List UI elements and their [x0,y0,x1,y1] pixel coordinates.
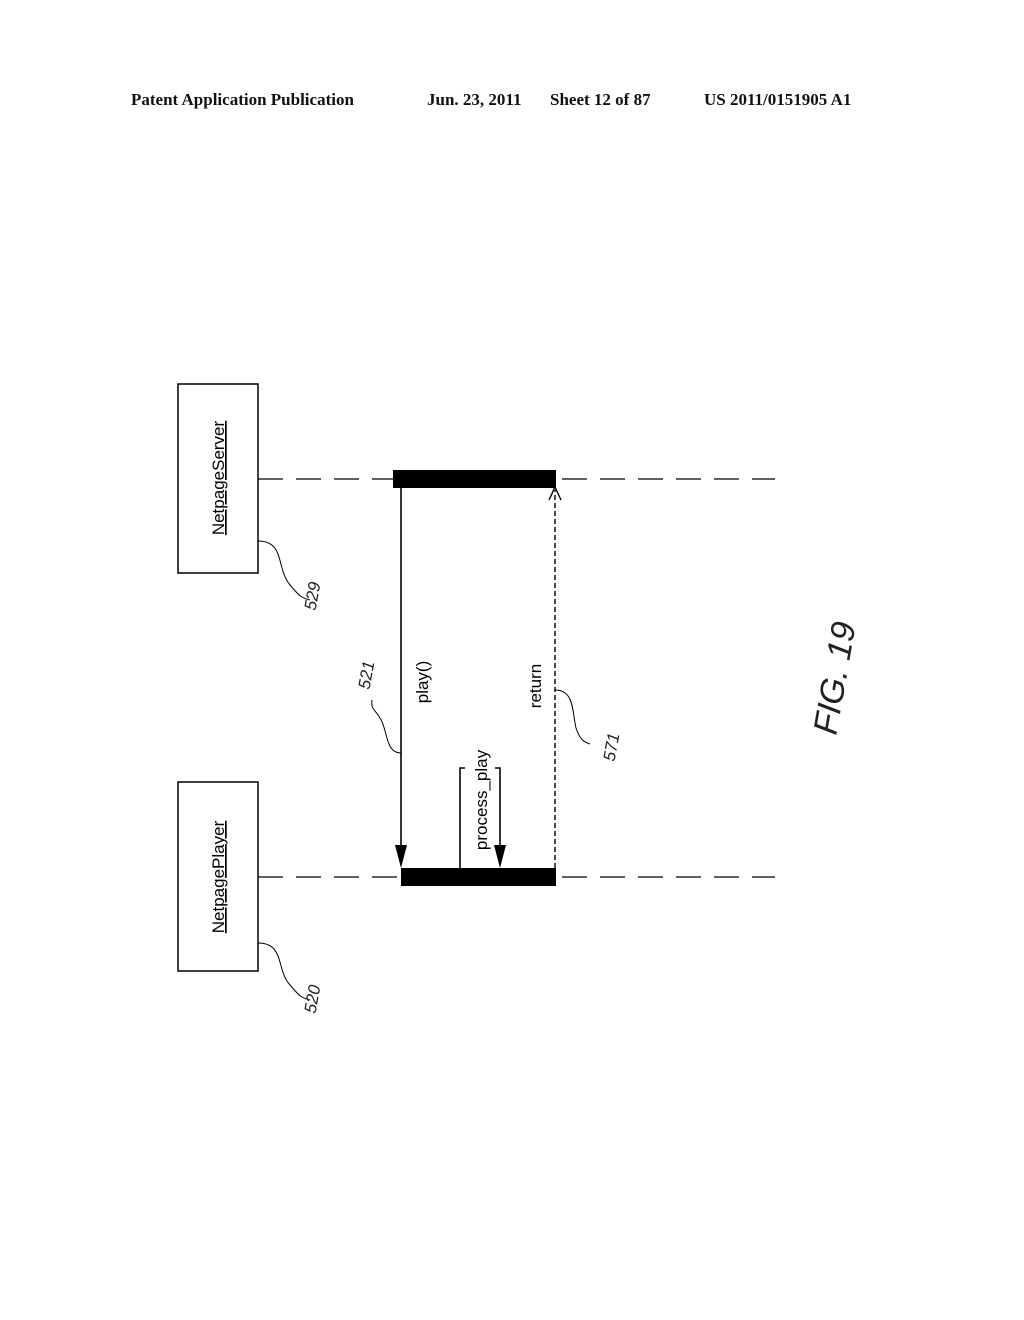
ref-529: 529 [301,580,325,612]
message-label-return: return [526,664,545,708]
object-netpage-player: NetpagePlayer 520 [177,781,325,1015]
leader-line-521 [371,699,402,754]
sequence-diagram: NetpageServer 529 NetpagePlayer 520 play… [177,383,864,1015]
object-netpage-server: NetpageServer 529 [177,383,325,612]
object-label-server: NetpageServer [209,420,228,535]
ref-520: 520 [301,983,325,1015]
ref-521: 521 [355,659,379,690]
ref-571: 571 [600,731,624,762]
leader-line-529 [257,540,311,601]
message-play: play() 521 [355,488,432,868]
leader-line-520 [257,942,311,1001]
activation-bar-player [401,868,556,886]
figure-label: FIG. 19 [807,619,864,737]
arrowhead-play [395,845,407,868]
self-call-bracket-start [459,767,465,868]
self-call-bracket-end [495,767,501,848]
object-label-player: NetpagePlayer [209,820,228,933]
message-label-play: play() [413,661,432,704]
leader-line-571 [554,689,591,745]
activation-bar-server [393,470,556,488]
message-return: return 571 [526,485,624,868]
arrowhead-process-play [494,845,506,868]
message-label-process-play: process_play [472,749,491,850]
message-process-play: process_play [459,749,506,868]
